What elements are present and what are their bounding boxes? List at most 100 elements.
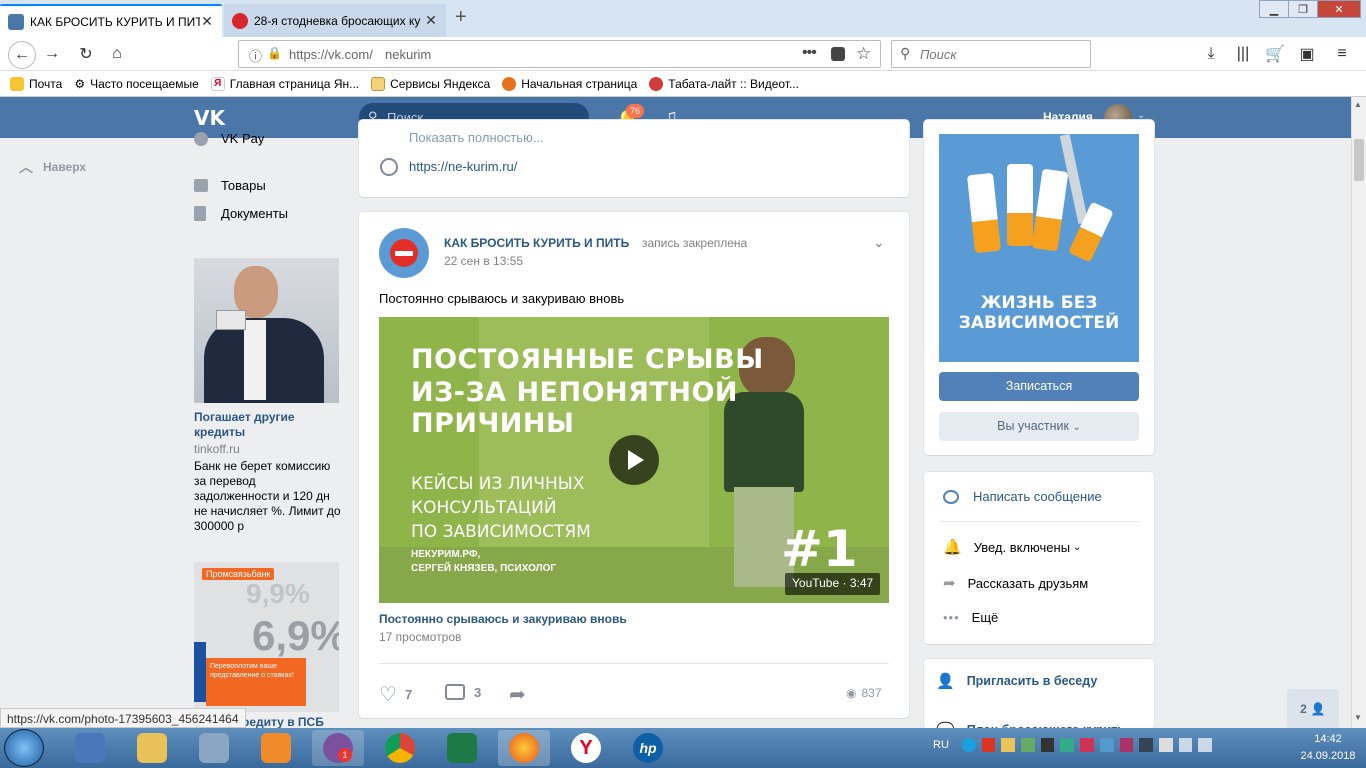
- bookmark-star-icon[interactable]: ☆: [856, 44, 871, 64]
- start-button[interactable]: [4, 729, 44, 767]
- bookmark-yandex-home[interactable]: Я Главная страница Ян...: [210, 76, 359, 91]
- left-nav-goods[interactable]: Товары: [194, 178, 266, 193]
- group-cover-image[interactable]: ЖИЗНЬ БЕЗ ЗАВИСИМОСТЕЙ: [939, 134, 1139, 362]
- vk-logo-icon[interactable]: VK: [194, 106, 225, 130]
- menu-icon[interactable]: ≡: [1332, 44, 1352, 64]
- external-link[interactable]: https://ne-kurim.ru/: [409, 159, 517, 174]
- pocket-icon[interactable]: [831, 47, 845, 61]
- group-cover-card: ЖИЗНЬ БЕЗ ЗАВИСИМОСТЕЙ Записаться Вы уча…: [924, 120, 1154, 455]
- taskbar-yandex[interactable]: Y: [560, 730, 612, 766]
- bookmark-mail[interactable]: Почта: [10, 76, 62, 91]
- no-entry-favicon-icon: [232, 12, 248, 29]
- subscribe-button[interactable]: Записаться: [939, 372, 1139, 401]
- bookmark-most-visited[interactable]: ⚙ Часто посещаемые: [74, 77, 198, 91]
- clock-time[interactable]: 14:42: [1300, 733, 1356, 745]
- comment-button[interactable]: 3: [445, 684, 481, 700]
- write-message-button[interactable]: Написать сообщение: [943, 489, 1102, 504]
- taskbar-viber[interactable]: 1: [312, 730, 364, 766]
- back-to-top-button[interactable]: ︿ Наверх: [19, 157, 86, 177]
- volume-icon[interactable]: [1198, 738, 1212, 752]
- notifications-toggle[interactable]: 🔔 Увед. включены ⌄: [943, 538, 1081, 556]
- group-avatar[interactable]: [379, 228, 429, 278]
- more-button[interactable]: ••• Ещё: [943, 610, 998, 625]
- cart-icon[interactable]: 🛒: [1265, 44, 1285, 64]
- back-icon[interactable]: ←: [8, 41, 36, 69]
- tab-stodnevka[interactable]: 28-я стодневка бросающих ку ✕: [224, 4, 446, 37]
- taskbar-excel[interactable]: [436, 730, 488, 766]
- tray-icon[interactable]: [1099, 738, 1114, 752]
- tray-icon[interactable]: [1119, 738, 1134, 752]
- ad-title[interactable]: Погашает другие кредиты: [194, 410, 339, 440]
- downloads-icon[interactable]: ⤓: [1201, 44, 1221, 64]
- skype-icon[interactable]: [962, 738, 976, 752]
- lock-icon: 🔒: [267, 46, 282, 60]
- folder-icon: [137, 733, 167, 763]
- share-icon[interactable]: ➦: [509, 682, 526, 707]
- ad-image-tinkoff[interactable]: [194, 258, 339, 403]
- ad-title[interactable]: кредиту в ПСБ: [236, 715, 324, 729]
- tray-icon[interactable]: [1001, 738, 1016, 752]
- cigarette-3: [1031, 168, 1069, 252]
- scroll-down-icon[interactable]: ▼: [1354, 713, 1362, 722]
- friends-online-button[interactable]: 2 👤: [1287, 689, 1339, 729]
- sidebar-icon[interactable]: ▣: [1297, 44, 1317, 64]
- gear-icon: ⚙: [74, 76, 86, 91]
- home-icon[interactable]: ⌂: [107, 44, 127, 64]
- left-nav-vkpay[interactable]: VK Pay: [194, 131, 264, 146]
- taskbar-chrome[interactable]: [374, 730, 426, 766]
- taskbar-firefox[interactable]: [498, 730, 550, 766]
- video-title-link[interactable]: Постоянно срываюсь и закуриваю вновь: [379, 612, 627, 626]
- library-icon[interactable]: |||: [1233, 44, 1253, 64]
- page-actions-icon[interactable]: •••: [802, 44, 817, 62]
- show-full-link[interactable]: Показать полностью...: [409, 130, 544, 145]
- close-tab-icon[interactable]: ✕: [200, 13, 214, 30]
- invite-chat-button[interactable]: 👤 Пригласить в беседу: [936, 672, 1097, 690]
- video-player[interactable]: ПОСТОЯННЫЕ СРЫВЫ ИЗ-ЗА НЕПОНЯТНОЙ ПРИЧИН…: [379, 317, 889, 603]
- bookmark-tabata[interactable]: Табата-лайт :: Видеот...: [649, 76, 799, 91]
- taskbar-app-4[interactable]: [250, 730, 302, 766]
- maximize-icon[interactable]: ❐: [1288, 0, 1318, 18]
- new-tab-icon[interactable]: +: [455, 6, 467, 29]
- ad-image-psb[interactable]: Промсвязьбанк 9,9% 6,9% Перевоплотим ваш…: [194, 562, 339, 712]
- firefox-icon: [502, 76, 517, 91]
- views-counter: ◉ 837: [846, 686, 882, 700]
- taskbar-explorer[interactable]: [126, 730, 178, 766]
- scrollbar-thumb[interactable]: [1354, 139, 1364, 181]
- tray-icon[interactable]: [1060, 738, 1075, 752]
- close-window-icon[interactable]: ✕: [1317, 0, 1361, 18]
- like-button[interactable]: ♡ 7: [379, 682, 412, 707]
- member-button[interactable]: Вы участник ⌄: [939, 412, 1139, 441]
- post-date[interactable]: 22 сен в 13:55: [444, 254, 523, 268]
- acrobat-icon[interactable]: [981, 738, 996, 752]
- tray-icon[interactable]: [1040, 738, 1055, 752]
- video-sub-3: ПО ЗАВИСИМОСТЯМ: [411, 522, 591, 542]
- taskbar-hp[interactable]: hp: [622, 730, 674, 766]
- bookmark-yandex-services[interactable]: Сервисы Яндекса: [371, 76, 490, 91]
- info-icon[interactable]: ⓘ: [249, 46, 262, 65]
- signal-icon[interactable]: [1178, 738, 1193, 752]
- video-credit-2: СЕРГЕЙ КНЯЗЕВ, ПСИХОЛОГ: [411, 563, 557, 574]
- reload-icon[interactable]: ↻: [76, 44, 96, 64]
- taskbar-app-1[interactable]: [64, 730, 116, 766]
- forward-icon[interactable]: →: [42, 44, 62, 64]
- monitor-icon[interactable]: [1139, 738, 1153, 752]
- minimize-icon[interactable]: ▁: [1259, 0, 1289, 18]
- scroll-up-icon[interactable]: ▲: [1354, 100, 1362, 109]
- language-indicator[interactable]: RU: [933, 739, 949, 751]
- clock-date[interactable]: 24.09.2018: [1290, 750, 1366, 762]
- tray-icon[interactable]: [1021, 738, 1035, 752]
- post-author[interactable]: КАК БРОСИТЬ КУРИТЬ И ПИТЬ: [444, 236, 629, 250]
- tray-icon[interactable]: [1080, 738, 1094, 752]
- tray-icon[interactable]: [1158, 738, 1173, 752]
- play-button[interactable]: [609, 435, 659, 485]
- left-nav-documents[interactable]: Документы: [194, 206, 288, 221]
- taskbar-app-3[interactable]: [188, 730, 240, 766]
- share-friends-button[interactable]: ➦ Рассказать друзьям: [943, 574, 1088, 592]
- chevron-down-icon[interactable]: ⌄: [873, 234, 885, 251]
- bookmark-start-page[interactable]: Начальная страница: [502, 76, 637, 91]
- url-bar[interactable]: ⓘ 🔒 https://vk.com/ nekurim ••• ☆: [238, 40, 881, 68]
- tab-vk-group[interactable]: КАК БРОСИТЬ КУРИТЬ И ПИТЬ ✕: [0, 4, 222, 37]
- close-tab-icon[interactable]: ✕: [424, 12, 438, 29]
- browser-search-input[interactable]: ⚲ Поиск: [891, 40, 1091, 68]
- scrollbar[interactable]: ▲ ▼: [1351, 97, 1366, 728]
